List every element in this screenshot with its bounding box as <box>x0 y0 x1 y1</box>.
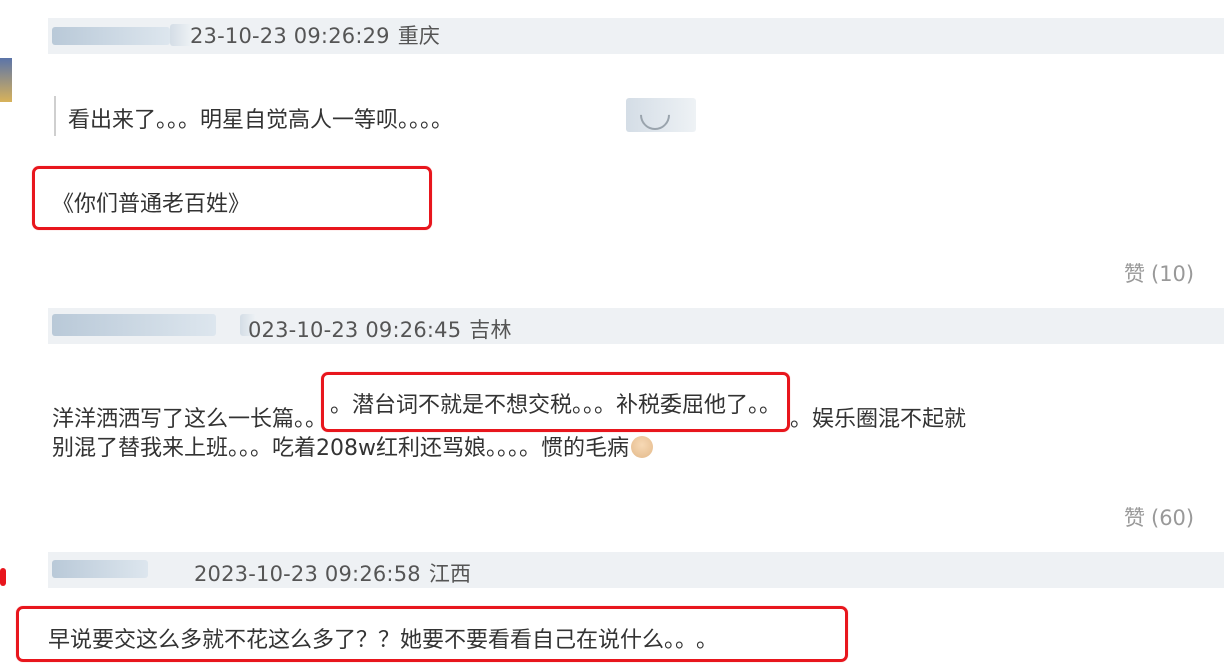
highlighted-text: 。潜台词不就是不想交税。。。补税委屈他了。。 <box>330 393 782 418</box>
username-blurred[interactable] <box>52 27 170 45</box>
comment-body-part: 。娱乐圈混不起就 <box>790 407 967 432</box>
comment-body-part: 别混了替我来上班。。。吃着208w红利还骂娘。。。。惯的毛病 <box>52 436 629 461</box>
username-blurred[interactable] <box>52 314 216 336</box>
comment-meta-3: 2023-10-23 09:26:58 江西 <box>194 558 471 588</box>
comment-body-part: 洋洋洒洒写了这么一长篇。。 <box>52 407 328 432</box>
like-button[interactable]: 赞 (60) <box>1124 502 1194 532</box>
comment-location: 重庆 <box>397 24 441 48</box>
avatar-edge-3 <box>0 568 6 586</box>
comment-time: 23-10-23 09:26:29 <box>190 24 390 48</box>
like-label: 赞 <box>1124 262 1145 286</box>
comment-body-line-2: 别混了替我来上班。。。吃着208w红利还骂娘。。。。惯的毛病 <box>52 430 653 462</box>
comment-meta-2: 023-10-23 09:26:45 吉林 <box>248 314 512 344</box>
like-label: 赞 <box>1124 506 1145 530</box>
comment-time: 023-10-23 09:26:45 <box>248 318 462 342</box>
quote-bar <box>54 96 56 136</box>
comment-header-2 <box>48 308 1224 344</box>
comment-location: 吉林 <box>469 318 512 342</box>
username-blurred-tail <box>170 24 192 46</box>
avatar-edge-1 <box>0 58 12 102</box>
comment-body-3: 早说要交这么多就不花这么多了？？她要不要看看自己在说什么。。。 <box>48 622 718 654</box>
comment-body: 《你们普通老百姓》 <box>52 192 251 217</box>
comment-location: 江西 <box>428 562 472 586</box>
comment-quote: 看出来了。。。明星自觉高人一等呗。。。。 <box>68 108 454 133</box>
hand-gesture-emoji-icon <box>631 436 653 458</box>
comment-meta-1: 23-10-23 09:26:29 重庆 <box>190 20 440 50</box>
highlight-box-2: 。潜台词不就是不想交税。。。补税委屈他了。。 <box>321 372 791 432</box>
comment-body-part: 。 <box>696 628 719 653</box>
like-count: (60) <box>1151 506 1195 530</box>
comment-time: 2023-10-23 09:26:58 <box>194 562 421 586</box>
username-blurred[interactable] <box>52 560 148 578</box>
highlighted-text: 早说要交这么多就不花这么多了？？她要不要看看自己在说什么。。 <box>48 628 687 653</box>
like-button[interactable]: 赞 (10) <box>1124 258 1194 288</box>
like-count: (10) <box>1151 262 1195 286</box>
